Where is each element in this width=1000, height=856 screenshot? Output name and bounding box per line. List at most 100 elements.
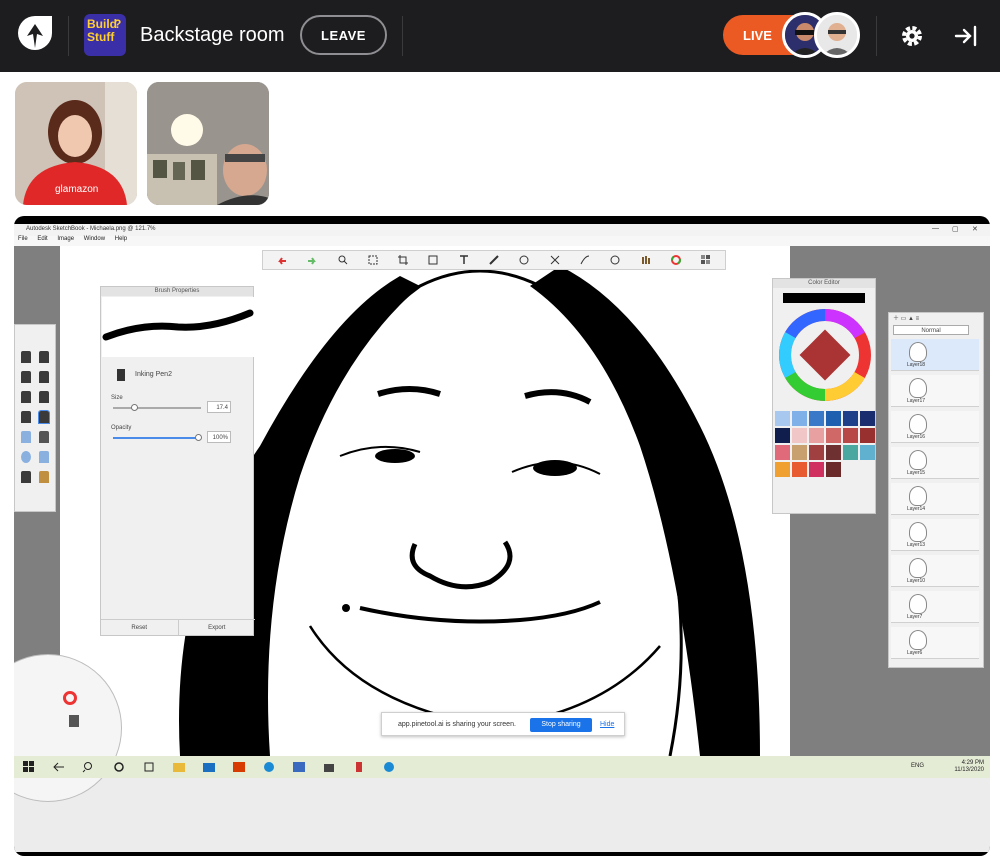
sketchbook-icon[interactable] xyxy=(352,761,366,773)
windows-start-icon[interactable] xyxy=(22,761,36,773)
color-puck-icon[interactable] xyxy=(63,691,77,705)
layer-item[interactable]: Layer15 xyxy=(891,447,979,479)
opacity-value[interactable]: 100% xyxy=(207,431,231,443)
shape-icon[interactable] xyxy=(610,255,620,265)
color-swatch[interactable] xyxy=(860,428,875,443)
opacity-slider-thumb[interactable] xyxy=(195,434,202,441)
color-swatch[interactable] xyxy=(809,428,824,443)
layer-item[interactable]: Layer6 xyxy=(891,627,979,659)
opacity-slider[interactable] xyxy=(113,434,202,441)
color-swatch[interactable] xyxy=(792,411,807,426)
cortana-icon[interactable] xyxy=(112,761,126,773)
close-icon[interactable]: ✕ xyxy=(972,225,978,233)
participant-video[interactable] xyxy=(147,82,269,205)
file-explorer-icon[interactable] xyxy=(172,761,186,773)
brush-icon[interactable] xyxy=(39,371,49,383)
clock-time[interactable]: 4:29 PM xyxy=(954,760,984,767)
menu-help[interactable]: Help xyxy=(115,236,127,242)
participant-video[interactable]: glamazon xyxy=(15,82,137,205)
color-wheel[interactable] xyxy=(777,307,873,403)
marker-icon[interactable] xyxy=(21,371,31,383)
layer-item[interactable]: Layer14 xyxy=(891,483,979,515)
transform-icon[interactable] xyxy=(428,255,438,265)
color-swatch[interactable] xyxy=(775,411,790,426)
inking-pen-icon[interactable] xyxy=(39,391,49,403)
leave-button[interactable]: LEAVE xyxy=(300,15,387,55)
blur-icon[interactable] xyxy=(39,431,49,443)
brush-library-icon[interactable] xyxy=(640,255,651,265)
back-icon[interactable] xyxy=(52,761,66,773)
menu-file[interactable]: File xyxy=(18,236,28,242)
fill-icon[interactable] xyxy=(39,471,49,483)
maximize-icon[interactable]: ▢ xyxy=(952,225,959,233)
color-wheel-icon[interactable] xyxy=(670,255,681,265)
color-swatch[interactable] xyxy=(792,428,807,443)
app-icon[interactable] xyxy=(292,761,306,773)
text-icon[interactable] xyxy=(459,255,469,265)
clock-date[interactable]: 11/13/2020 xyxy=(954,767,984,774)
store-icon[interactable] xyxy=(322,761,336,773)
color-swatch[interactable] xyxy=(792,462,807,477)
export-button[interactable]: Export xyxy=(179,620,256,635)
crop-icon[interactable] xyxy=(398,255,409,265)
smudge-icon[interactable] xyxy=(21,431,31,443)
size-slider-thumb[interactable] xyxy=(131,404,138,411)
exit-panel-icon[interactable] xyxy=(952,22,980,50)
layer-item[interactable]: Layer7 xyxy=(891,591,979,623)
color-swatch[interactable] xyxy=(809,462,824,477)
pen-icon[interactable] xyxy=(39,351,49,363)
menu-image[interactable]: Image xyxy=(57,236,74,242)
zoom-icon[interactable] xyxy=(338,255,348,265)
color-swatch[interactable] xyxy=(826,411,841,426)
copic-library-icon[interactable] xyxy=(700,255,711,265)
layer-item[interactable]: Layer16 xyxy=(891,411,979,443)
blend-mode-select[interactable]: Normal xyxy=(893,325,969,335)
search-icon[interactable] xyxy=(82,761,96,773)
color-swatch[interactable] xyxy=(809,445,824,460)
minimize-icon[interactable]: — xyxy=(932,225,939,232)
layer-item[interactable]: Layer10 xyxy=(891,555,979,587)
undo-icon[interactable] xyxy=(277,255,287,265)
color-swatch[interactable] xyxy=(843,428,858,443)
stop-sharing-button[interactable]: Stop sharing xyxy=(530,718,592,732)
pinetool-logo-icon[interactable] xyxy=(16,14,54,56)
reset-button[interactable]: Reset xyxy=(101,620,179,635)
color-swatch[interactable] xyxy=(775,462,790,477)
curve-icon[interactable] xyxy=(580,255,590,265)
edge-icon[interactable] xyxy=(382,761,396,773)
select-icon[interactable] xyxy=(368,255,378,265)
ellipse-guide-icon[interactable] xyxy=(519,255,529,265)
ink-icon[interactable] xyxy=(21,411,31,423)
mail-icon[interactable] xyxy=(202,761,216,773)
triangle-icon[interactable] xyxy=(39,451,49,463)
edge-icon[interactable] xyxy=(262,761,276,773)
size-value[interactable]: 17.4 xyxy=(207,401,231,413)
eraser-icon[interactable] xyxy=(21,471,31,483)
office-icon[interactable] xyxy=(232,761,246,773)
color-swatch[interactable] xyxy=(775,445,790,460)
menu-window[interactable]: Window xyxy=(84,236,105,242)
layer-item[interactable]: Layer17 xyxy=(891,375,979,407)
color-swatch[interactable] xyxy=(843,411,858,426)
color-swatch[interactable] xyxy=(809,411,824,426)
color-swatch[interactable] xyxy=(826,445,841,460)
menu-edit[interactable]: Edit xyxy=(37,236,47,242)
color-swatch[interactable] xyxy=(843,445,858,460)
ruler-icon[interactable] xyxy=(489,255,499,265)
pencil-icon[interactable] xyxy=(21,351,31,363)
color-swatch[interactable] xyxy=(792,445,807,460)
color-swatch[interactable] xyxy=(826,462,841,477)
task-view-icon[interactable] xyxy=(142,761,156,773)
layer-item[interactable]: Layer13 xyxy=(891,519,979,551)
brush-icon[interactable] xyxy=(69,715,79,727)
color-swatch[interactable] xyxy=(826,428,841,443)
color-swatch[interactable] xyxy=(860,411,875,426)
layer-item[interactable]: Layer18 xyxy=(891,339,979,371)
drop-icon[interactable] xyxy=(21,451,31,463)
color-swatch[interactable] xyxy=(860,445,875,460)
size-slider[interactable] xyxy=(113,404,201,411)
settings-gear-icon[interactable] xyxy=(898,22,926,50)
symmetry-icon[interactable] xyxy=(550,255,560,265)
hide-link[interactable]: Hide xyxy=(600,721,614,728)
color-swatch[interactable] xyxy=(775,428,790,443)
